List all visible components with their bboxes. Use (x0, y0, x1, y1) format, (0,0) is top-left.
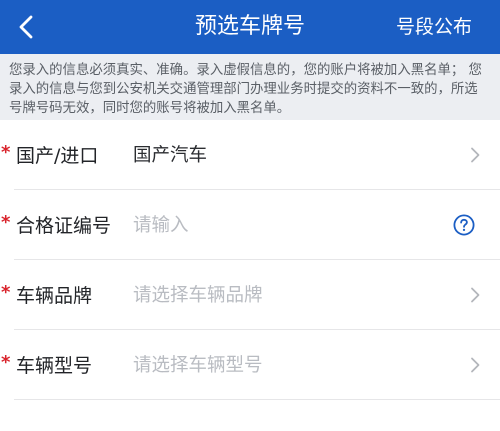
origin-value: 国产汽车 (133, 145, 208, 166)
required-mark: * (1, 282, 11, 303)
vehicle-model-label: 车辆型号 (16, 355, 93, 377)
help-circle-icon[interactable] (453, 214, 475, 236)
segment-announcement-link[interactable]: 号段公布 (396, 0, 472, 54)
required-mark: * (1, 352, 11, 373)
back-button[interactable] (6, 8, 46, 46)
notice-banner: 您录入的信息必须真实、准确。录入虚假信息的，您的账户将被加入黑名单； 您录入的信… (0, 54, 500, 120)
chevron-right-icon (471, 147, 480, 163)
chevron-right-icon (471, 357, 480, 373)
vehicle-brand-row[interactable]: * 车辆品牌 请选择车辆品牌 (0, 260, 500, 330)
vehicle-brand-label: 车辆品牌 (16, 285, 93, 307)
certificate-number-label: 合格证编号 (16, 215, 112, 237)
chevron-right-icon (471, 287, 480, 303)
required-mark: * (1, 212, 11, 233)
certificate-number-row: * 合格证编号 请输入 (0, 190, 500, 260)
plate-form: * 国产/进口 国产汽车 * 合格证编号 请输入 * 车辆品牌 请选择车辆品牌 (0, 120, 500, 431)
origin-label: 国产/进口 (16, 145, 99, 167)
required-mark: * (1, 142, 11, 163)
vehicle-brand-select: 请选择车辆品牌 (133, 285, 263, 306)
page: 预选车牌号 号段公布 您录入的信息必须真实、准确。录入虚假信息的，您的账户将被加… (0, 0, 500, 431)
vehicle-model-select: 请选择车辆型号 (133, 355, 263, 376)
origin-select-row[interactable]: * 国产/进口 国产汽车 (0, 120, 500, 190)
navbar: 预选车牌号 号段公布 (0, 0, 500, 54)
back-chevron-icon (19, 15, 33, 39)
certificate-number-input[interactable]: 请输入 (133, 190, 189, 260)
vehicle-model-row[interactable]: * 车辆型号 请选择车辆型号 (0, 330, 500, 400)
partial-next-row (0, 400, 500, 431)
